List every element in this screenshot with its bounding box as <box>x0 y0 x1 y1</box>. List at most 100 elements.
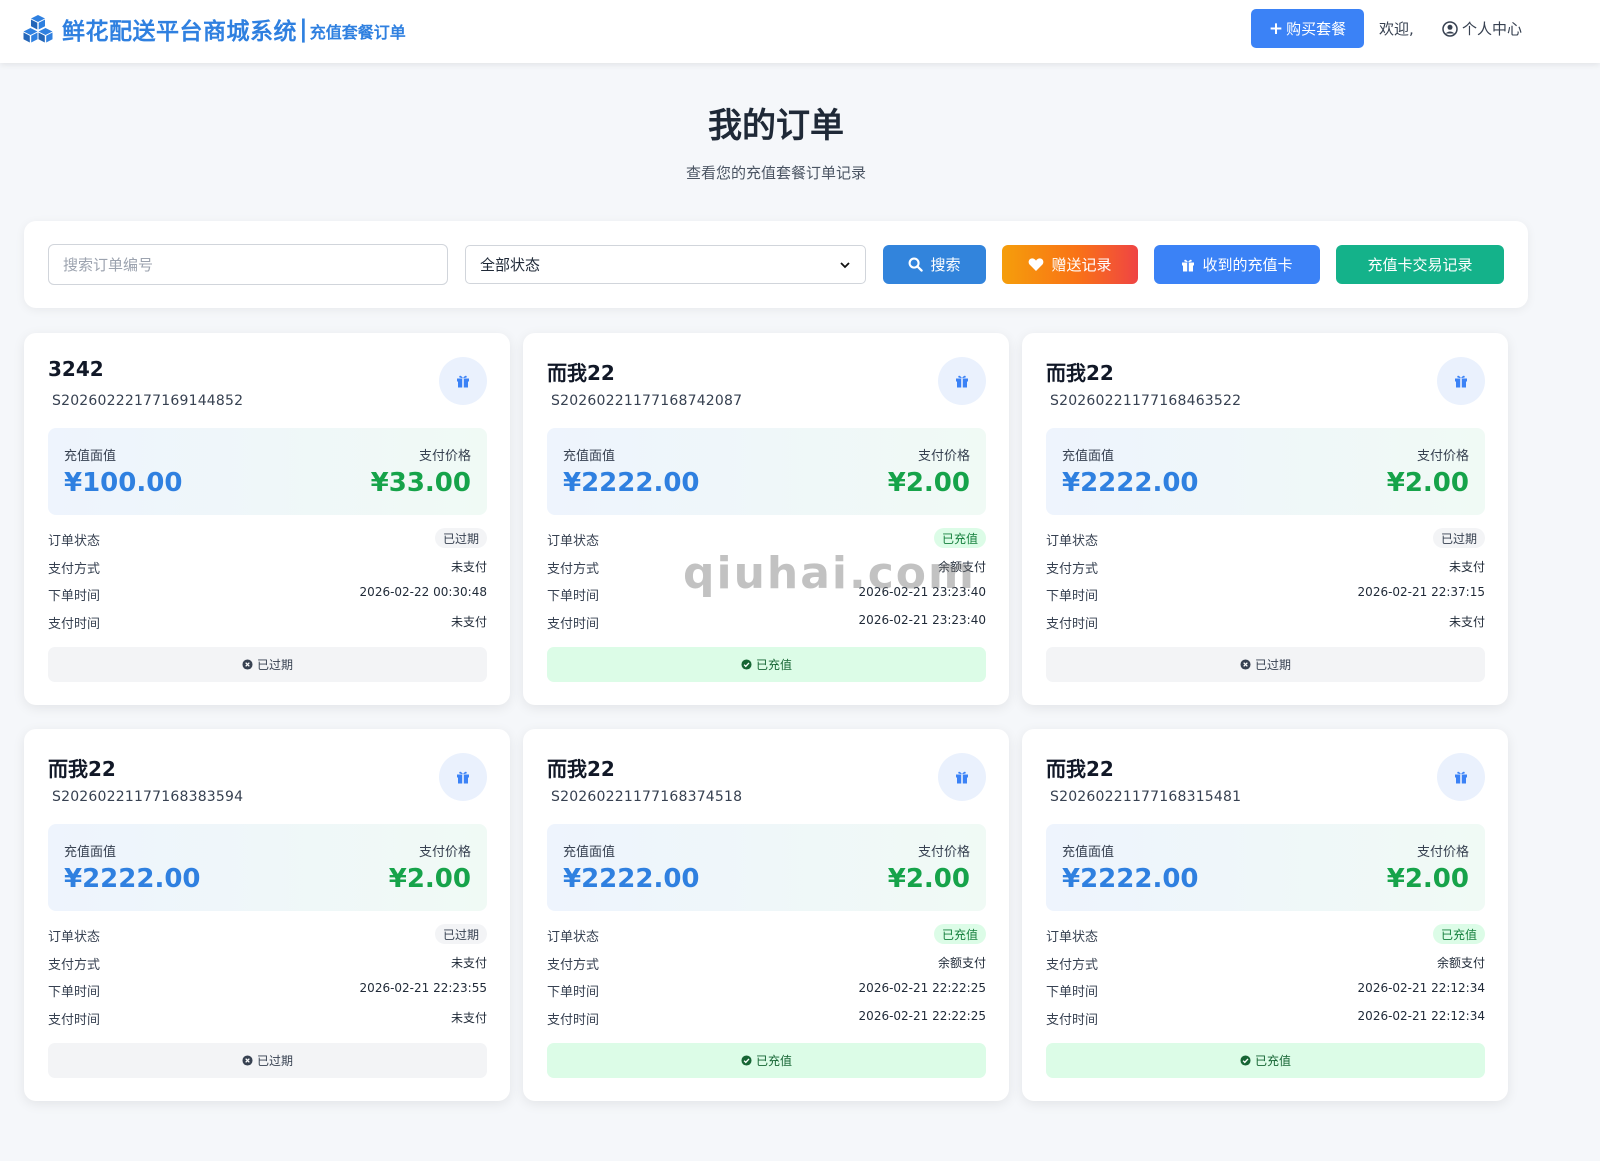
order-number: S20260221177168374518 <box>551 789 743 805</box>
received-cards-button[interactable]: 收到的充值卡 <box>1154 245 1320 284</box>
pay-method-value: 未支付 <box>1448 560 1485 574</box>
order-status-label: 订单状态 <box>48 930 101 945</box>
brand-separator: | <box>299 15 308 43</box>
pay-time-value: 未支付 <box>450 615 487 629</box>
package-name: 而我22 <box>1046 757 1114 781</box>
filter-panel: 全部状态 搜索 赠送记录 收到的充值卡 充值卡交易记录 <box>24 221 1528 308</box>
status-badge: 已过期 <box>434 528 487 548</box>
pay-time-label: 支付时间 <box>48 617 101 632</box>
package-name: 3242 <box>48 357 104 381</box>
watermark-text: qiuhai.com <box>683 548 976 599</box>
order-card[interactable]: 而我22 S20260221177168315481 充值面值 支付价格 ¥22… <box>1022 729 1508 1101</box>
page-title: 我的订单 <box>708 106 844 146</box>
order-status-label: 订单状态 <box>547 930 600 945</box>
order-status-footer[interactable]: 已充值 <box>1046 1043 1485 1078</box>
times-circle-icon <box>1240 659 1251 670</box>
order-status-footer[interactable]: 已过期 <box>48 647 487 682</box>
pay-time-row: 支付时间 2026-02-21 22:12:34 <box>1046 1009 1485 1029</box>
card-trade-record-button[interactable]: 充值卡交易记录 <box>1336 245 1504 284</box>
order-status-label: 订单状态 <box>1046 534 1099 549</box>
order-time-label: 下单时间 <box>547 985 600 1000</box>
gift-icon <box>1455 771 1467 784</box>
pay-time-label: 支付时间 <box>547 617 600 632</box>
order-time-label: 下单时间 <box>547 589 600 604</box>
pay-method-label: 支付方式 <box>48 958 101 973</box>
order-search-input[interactable] <box>48 244 448 285</box>
pay-time-row: 支付时间 2026-02-21 23:23:40 <box>547 613 986 633</box>
face-value-label: 充值面值 <box>64 845 117 860</box>
price-box: 充值面值 支付价格 ¥2222.00 ¥2.00 <box>547 824 986 911</box>
card-gift-badge <box>1437 753 1485 801</box>
welcome-text: 欢迎, <box>1379 20 1414 38</box>
pay-time-value: 2026-02-21 22:22:25 <box>858 1009 986 1023</box>
order-number: S20260222177169144852 <box>52 393 244 409</box>
heart-icon <box>1029 258 1044 271</box>
status-select[interactable]: 全部状态 <box>465 245 866 284</box>
top-navbar: 鲜花配送平台商城系统 | 充值套餐订单 + 购买套餐 欢迎, 个人中心 <box>0 0 1600 63</box>
times-circle-icon <box>242 659 253 670</box>
pay-method-row: 支付方式 未支付 <box>1046 558 1485 578</box>
pay-time-value: 2026-02-21 23:23:40 <box>858 613 986 627</box>
order-status-row: 订单状态 已充值 <box>547 528 986 550</box>
card-gift-badge <box>439 357 487 405</box>
order-time-value: 2026-02-21 22:37:15 <box>1357 585 1485 599</box>
chevron-down-icon <box>840 261 850 268</box>
order-status-footer[interactable]: 已充值 <box>547 647 986 682</box>
user-center-label: 个人中心 <box>1462 20 1523 38</box>
pay-price: ¥2.00 <box>388 864 471 894</box>
order-status-footer[interactable]: 已过期 <box>48 1043 487 1078</box>
received-cards-label: 收到的充值卡 <box>1202 256 1293 274</box>
face-value: ¥100.00 <box>64 468 183 498</box>
footer-status-label: 已过期 <box>1254 658 1291 672</box>
order-time-row: 下单时间 2026-02-21 22:37:15 <box>1046 585 1485 605</box>
face-value-label: 充值面值 <box>1062 845 1115 860</box>
footer-status-label: 已充值 <box>755 658 792 672</box>
buy-package-label: 购买套餐 <box>1286 20 1347 38</box>
order-card[interactable]: 而我22 S20260221177168742087 充值面值 支付价格 ¥22… <box>523 333 1009 705</box>
status-badge: 已充值 <box>933 528 986 548</box>
order-time-row: 下单时间 2026-02-21 22:23:55 <box>48 981 487 1001</box>
order-card[interactable]: 而我22 S20260221177168383594 充值面值 支付价格 ¥22… <box>24 729 510 1101</box>
order-number: S20260221177168742087 <box>551 393 743 409</box>
gift-icon <box>1455 375 1467 388</box>
pay-time-label: 支付时间 <box>1046 617 1099 632</box>
face-value: ¥2222.00 <box>563 468 700 498</box>
order-number: S20260221177168463522 <box>1050 393 1242 409</box>
pay-price-label: 支付价格 <box>418 449 471 464</box>
times-circle-icon <box>242 1055 253 1066</box>
package-name: 而我22 <box>1046 361 1114 385</box>
order-card[interactable]: 而我22 S20260221177168463522 充值面值 支付价格 ¥22… <box>1022 333 1508 705</box>
search-button[interactable]: 搜索 <box>883 245 986 284</box>
order-card[interactable]: 3242 S20260222177169144852 充值面值 支付价格 ¥10… <box>24 333 510 705</box>
pay-price-label: 支付价格 <box>917 845 970 860</box>
order-status-row: 订单状态 已过期 <box>1046 528 1485 550</box>
order-status-footer[interactable]: 已充值 <box>547 1043 986 1078</box>
pay-time-label: 支付时间 <box>547 1013 600 1028</box>
pay-price: ¥2.00 <box>1386 864 1469 894</box>
pay-time-label: 支付时间 <box>48 1013 101 1028</box>
order-time-value: 2026-02-22 00:30:48 <box>359 585 487 599</box>
user-center-link[interactable]: 个人中心 <box>1442 18 1522 39</box>
pay-method-label: 支付方式 <box>1046 562 1099 577</box>
price-box: 充值面值 支付价格 ¥100.00 ¥33.00 <box>48 428 487 515</box>
user-circle-icon <box>1442 20 1458 37</box>
buy-package-button[interactable]: + 购买套餐 <box>1251 9 1364 48</box>
price-box: 充值面值 支付价格 ¥2222.00 ¥2.00 <box>48 824 487 911</box>
order-time-label: 下单时间 <box>1046 589 1099 604</box>
order-card[interactable]: 而我22 S20260221177168374518 充值面值 支付价格 ¥22… <box>523 729 1009 1101</box>
pay-method-value: 未支付 <box>450 560 487 574</box>
pay-time-row: 支付时间 未支付 <box>48 613 487 633</box>
status-badge: 已充值 <box>933 924 986 944</box>
pay-price-label: 支付价格 <box>1416 449 1469 464</box>
brand[interactable]: 鲜花配送平台商城系统 | 充值套餐订单 <box>22 12 406 46</box>
card-gift-badge <box>1437 357 1485 405</box>
order-status-row: 订单状态 已充值 <box>547 924 986 946</box>
footer-status-label: 已过期 <box>256 1054 293 1068</box>
order-time-row: 下单时间 2026-02-21 22:22:25 <box>547 981 986 1001</box>
order-status-footer[interactable]: 已过期 <box>1046 647 1485 682</box>
gift-record-button[interactable]: 赠送记录 <box>1002 245 1138 284</box>
pay-method-label: 支付方式 <box>547 562 600 577</box>
face-value-label: 充值面值 <box>563 845 616 860</box>
face-value: ¥2222.00 <box>1062 864 1199 894</box>
order-status-row: 订单状态 已过期 <box>48 924 487 946</box>
